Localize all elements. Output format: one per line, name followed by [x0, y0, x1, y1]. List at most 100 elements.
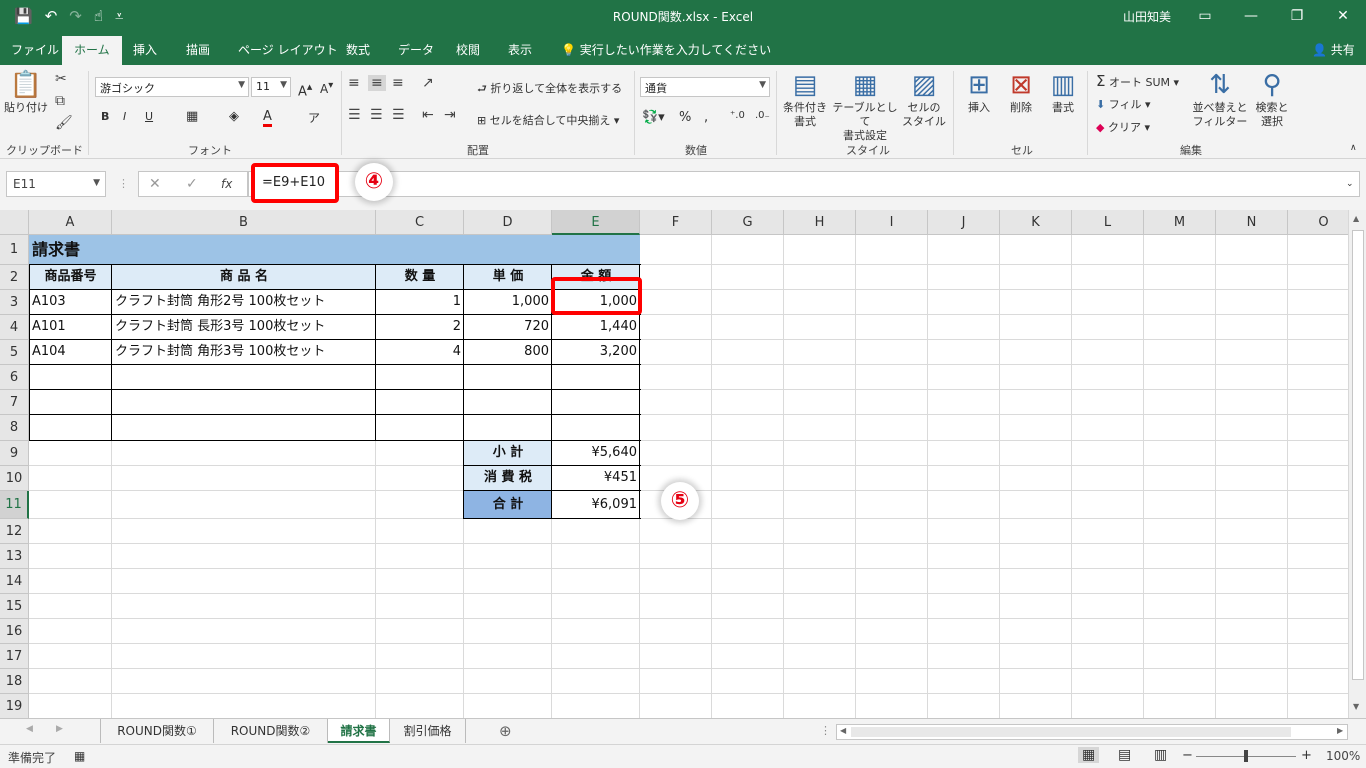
collapse-ribbon-icon[interactable]: ∧ [1350, 143, 1357, 153]
sheet-tab-round-2[interactable]: ROUND関数② [214, 719, 328, 743]
share-button[interactable]: 👤 共有 [1312, 41, 1355, 58]
cut-icon[interactable]: ✂ [55, 71, 67, 87]
subtotal-value[interactable]: ¥5,640 [552, 441, 640, 465]
scroll-up-icon[interactable]: ▲ [1353, 214, 1359, 223]
format-painter-icon[interactable]: 🖌 [55, 115, 73, 131]
align-bottom-icon[interactable]: ≡ [392, 75, 404, 91]
increase-decimal-icon[interactable]: ⁺.0 [730, 110, 745, 121]
macro-record-icon[interactable]: ▦ [74, 749, 85, 763]
name-box[interactable]: E11 ▼ [6, 171, 106, 197]
total-value[interactable]: ¥6,091 [552, 493, 640, 517]
find-select-button[interactable]: ⚲ 検索と 選択 [1252, 69, 1292, 129]
column-header-b[interactable]: B [112, 210, 376, 235]
bold-icon[interactable]: B [101, 110, 109, 123]
decrease-indent-icon[interactable]: ⇤ [422, 107, 434, 123]
zoom-in-icon[interactable]: + [1301, 748, 1312, 763]
font-name-select[interactable]: 游ゴシック ▼ [95, 77, 249, 97]
scroll-right-icon[interactable]: ▶ [1337, 726, 1343, 735]
column-header-k[interactable]: K [1000, 210, 1072, 235]
column-header-g[interactable]: G [712, 210, 784, 235]
formula-text-highlight[interactable]: =E9+E10 [251, 163, 339, 203]
row-header-4[interactable]: 4 [0, 315, 29, 340]
item-3-amount[interactable]: 3,200 [552, 340, 640, 364]
column-header-m[interactable]: M [1144, 210, 1216, 235]
align-right-icon[interactable]: ☰ [392, 107, 405, 123]
phonetic-icon[interactable]: ア [308, 109, 320, 126]
tab-formulas[interactable]: 数式 [346, 41, 370, 58]
total-label[interactable]: 合 計 [464, 493, 552, 517]
item-3-name[interactable]: クラフト封筒 角形3号 100枚セット [112, 340, 328, 364]
tab-view[interactable]: 表示 [508, 41, 532, 58]
item-2-qty[interactable]: 2 [376, 315, 464, 339]
row-header-9[interactable]: 9 [0, 441, 29, 466]
select-all-corner[interactable] [0, 210, 29, 235]
page-layout-view-icon[interactable]: ▤ [1118, 747, 1131, 763]
sort-filter-button[interactable]: ⇅ 並べ替えと フィルター [1192, 69, 1248, 129]
font-size-select[interactable]: 11 ▼ [251, 77, 291, 97]
scroll-left-icon[interactable]: ◀ [840, 726, 846, 735]
clear-button[interactable]: ◆ クリア ▾ [1096, 119, 1150, 135]
shrink-font-icon[interactable]: A▾ [320, 80, 333, 96]
horizontal-scrollbar[interactable]: ◀ ▶ [836, 724, 1348, 740]
row-header-12[interactable]: 12 [0, 519, 29, 544]
row-header-8[interactable]: 8 [0, 415, 29, 441]
row-header-19[interactable]: 19 [0, 694, 29, 718]
zoom-slider-knob[interactable] [1244, 750, 1248, 762]
close-icon[interactable]: ✕ [1328, 4, 1358, 28]
item-1-qty[interactable]: 1 [376, 290, 464, 314]
sheet-tab-round-1[interactable]: ROUND関数① [100, 719, 214, 743]
column-header-i[interactable]: I [856, 210, 928, 235]
insert-cells-button[interactable]: ⊞ 挿入 [960, 69, 998, 115]
next-sheet-icon[interactable]: ▶ [56, 724, 63, 734]
tax-label[interactable]: 消 費 税 [464, 466, 552, 490]
header-qty[interactable]: 数 量 [376, 265, 464, 289]
tab-data[interactable]: データ [398, 41, 434, 58]
row-header-13[interactable]: 13 [0, 544, 29, 569]
restore-icon[interactable]: ❐ [1282, 4, 1312, 28]
subtotal-label[interactable]: 小 計 [464, 441, 552, 465]
item-1-code[interactable]: A103 [29, 290, 69, 314]
align-top-icon[interactable]: ≡ [348, 75, 360, 91]
number-format-select[interactable]: 通貨 ▼ [640, 77, 770, 97]
item-3-price[interactable]: 800 [464, 340, 552, 364]
invoice-title[interactable]: 請求書 [29, 238, 83, 262]
row-header-1[interactable]: 1 [0, 235, 29, 265]
format-as-table-button[interactable]: ▦ テーブルとして 書式設定 [830, 69, 900, 143]
header-price[interactable]: 単 価 [464, 265, 552, 289]
horizontal-scroll-thumb[interactable] [851, 727, 1291, 737]
column-header-a[interactable]: A [29, 210, 112, 235]
vertical-scroll-thumb[interactable] [1352, 230, 1364, 680]
tax-value[interactable]: ¥451 [552, 466, 640, 490]
item-2-price[interactable]: 720 [464, 315, 552, 339]
align-left-icon[interactable]: ☰ [348, 107, 361, 123]
delete-cells-button[interactable]: ⊠ 削除 [1002, 69, 1040, 115]
user-name[interactable]: 山田知美 [1123, 8, 1171, 25]
tab-split-handle-icon[interactable]: ⋮ [820, 724, 831, 737]
row-header-6[interactable]: 6 [0, 365, 29, 390]
zoom-out-icon[interactable]: − [1182, 748, 1193, 763]
cancel-icon[interactable]: ✕ [149, 176, 161, 192]
worksheet-grid[interactable]: ABCDEFGHIJKLMNO 1 2 3 4 5 6 7 8 9 10 11 12 13 14 15 16 1… [0, 210, 1348, 718]
fill-color-icon[interactable]: ◈ [229, 109, 239, 124]
formula-input[interactable] [248, 171, 1360, 197]
add-sheet-icon[interactable]: ⊕ [499, 722, 512, 740]
row-header-17[interactable]: 17 [0, 644, 29, 669]
align-center-icon[interactable]: ☰ [370, 107, 383, 123]
item-2-code[interactable]: A101 [29, 315, 69, 339]
item-1-price[interactable]: 1,000 [464, 290, 552, 314]
merge-center-button[interactable]: ⊞ セルを結合して中央揃え ▾ [477, 112, 619, 128]
prev-sheet-icon[interactable]: ◀ [26, 724, 33, 734]
paste-button[interactable]: 📋 貼り付け [4, 69, 48, 115]
row-header-5[interactable]: 5 [0, 340, 29, 365]
increase-indent-icon[interactable]: ⇥ [444, 107, 456, 123]
tab-insert[interactable]: 挿入 [133, 41, 157, 58]
column-header-h[interactable]: H [784, 210, 856, 235]
column-header-e[interactable]: E [552, 210, 640, 235]
borders-icon[interactable]: ▦ [186, 109, 198, 124]
row-header-18[interactable]: 18 [0, 669, 29, 694]
scroll-down-icon[interactable]: ▼ [1353, 702, 1359, 711]
decrease-decimal-icon[interactable]: .0₋ [755, 110, 770, 121]
item-1-name[interactable]: クラフト封筒 角形2号 100枚セット [112, 290, 328, 314]
header-name[interactable]: 商 品 名 [112, 265, 376, 289]
row-header-15[interactable]: 15 [0, 594, 29, 619]
